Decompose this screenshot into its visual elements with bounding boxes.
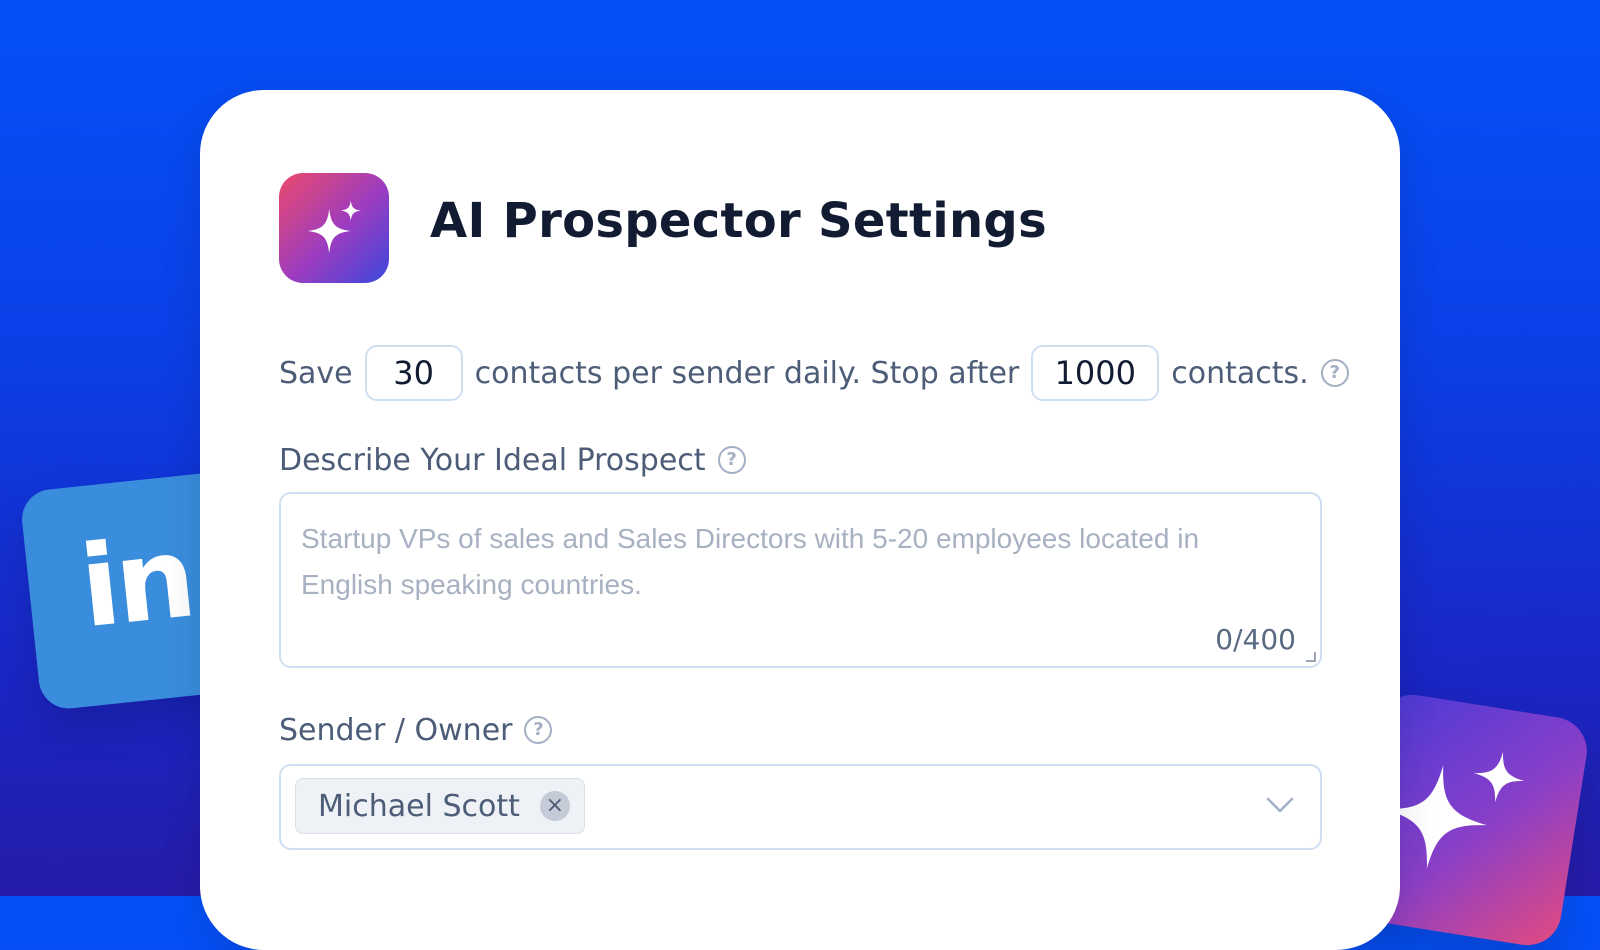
sender-owner-label: Sender / Owner [279, 712, 513, 748]
limits-suffix: contacts. [1171, 355, 1309, 391]
sparkle-icon [307, 200, 361, 254]
help-icon[interactable]: ? [524, 716, 553, 744]
ideal-prospect-placeholder: Startup VPs of sales and Sales Directors… [301, 523, 1200, 600]
limits-prefix: Save [279, 355, 353, 391]
daily-contacts-input[interactable] [364, 345, 463, 401]
resize-handle-icon[interactable] [1306, 652, 1316, 662]
limits-middle-text: contacts per sender daily. Stop after [474, 355, 1020, 391]
help-icon[interactable]: ? [1320, 359, 1349, 387]
linkedin-logo-text: in [74, 512, 198, 654]
chevron-down-icon[interactable] [1266, 796, 1294, 814]
app-icon [279, 173, 389, 283]
settings-card: AI Prospector Settings Save contacts per… [200, 90, 1400, 950]
character-counter: 0/400 [1215, 623, 1296, 656]
contact-limits-row: Save contacts per sender daily. Stop aft… [279, 343, 1349, 403]
ideal-prospect-textarea[interactable]: Startup VPs of sales and Sales Directors… [279, 492, 1322, 668]
selected-sender-chip: Michael Scott × [295, 778, 585, 834]
sender-owner-label-row: Sender / Owner ? [279, 710, 553, 750]
ideal-prospect-label: Describe Your Ideal Prospect [279, 442, 706, 478]
sender-owner-select[interactable]: Michael Scott × [279, 764, 1322, 850]
selected-sender-name: Michael Scott [318, 788, 520, 824]
page-title: AI Prospector Settings [430, 193, 1047, 249]
close-icon[interactable]: × [539, 791, 570, 821]
ideal-prospect-label-row: Describe Your Ideal Prospect ? [279, 440, 746, 480]
total-contacts-input[interactable] [1031, 345, 1160, 401]
help-icon[interactable]: ? [717, 446, 746, 474]
